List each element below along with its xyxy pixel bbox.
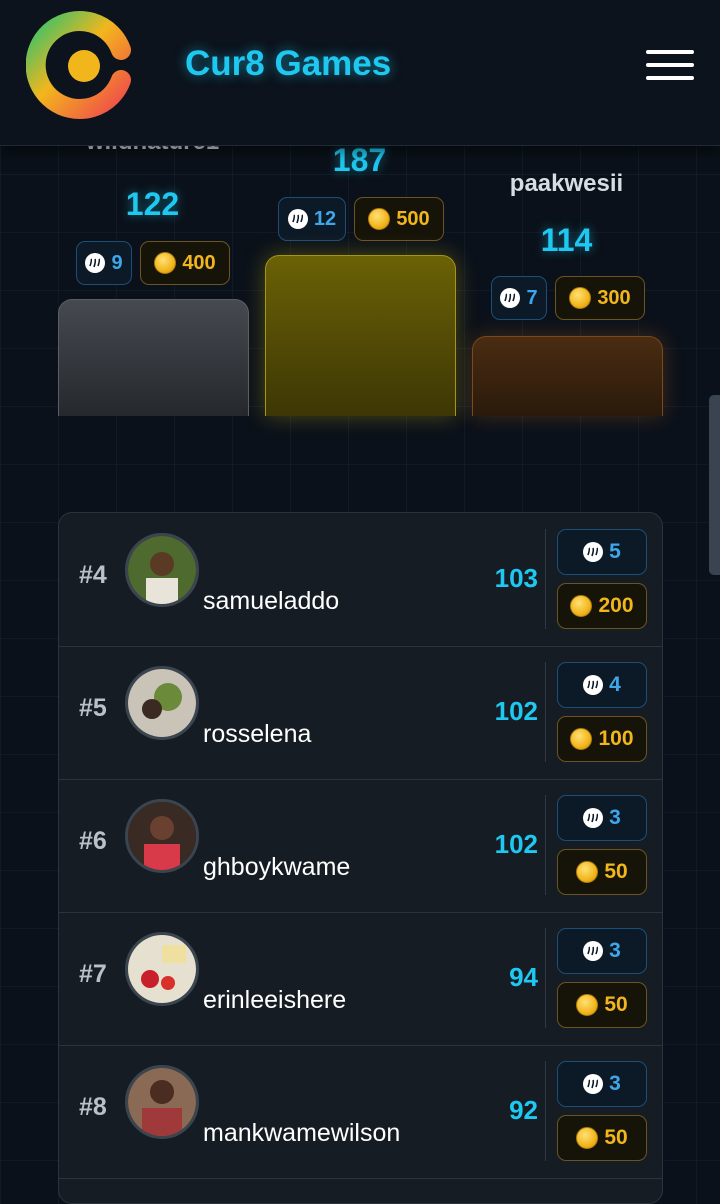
podium-1-pillar bbox=[265, 255, 456, 416]
avatar[interactable] bbox=[125, 533, 199, 607]
coin-icon bbox=[569, 287, 592, 309]
coin-value: 300 bbox=[597, 286, 631, 309]
avatar[interactable] bbox=[125, 1065, 199, 1139]
steem-value: 3 bbox=[609, 1072, 621, 1095]
page-scrollbar[interactable] bbox=[709, 395, 720, 575]
podium-3-name: paakwesii bbox=[509, 170, 624, 197]
coin-value: 50 bbox=[604, 860, 628, 883]
steem-value: 4 bbox=[609, 673, 621, 696]
steem-icon bbox=[583, 542, 604, 562]
row-divider bbox=[545, 662, 546, 762]
leaderboard-row[interactable]: #6 ghboykwame 102 3 50 bbox=[59, 779, 662, 913]
rank-label: #7 bbox=[79, 960, 107, 988]
steem-value: 5 bbox=[609, 540, 621, 563]
steem-icon bbox=[583, 941, 604, 961]
score-value: 92 bbox=[509, 1095, 538, 1125]
row-divider bbox=[545, 928, 546, 1028]
leaderboard-row[interactable]: #4 samueladdo 103 5 200 bbox=[59, 513, 662, 647]
row-divider bbox=[545, 1061, 546, 1161]
podium-3-coin-badge: 300 bbox=[555, 276, 645, 320]
username[interactable]: samueladdo bbox=[203, 587, 339, 616]
podium-3-pillar bbox=[472, 336, 663, 416]
steem-icon bbox=[287, 209, 308, 229]
podium-2-steem-badge: 9 bbox=[76, 241, 132, 285]
coin-badge: 50 bbox=[557, 982, 647, 1028]
score-value: 102 bbox=[494, 696, 538, 726]
row-divider bbox=[545, 795, 546, 895]
coin-icon bbox=[570, 595, 593, 617]
coin-badge: 50 bbox=[557, 1115, 647, 1161]
coin-icon bbox=[576, 994, 599, 1016]
steem-icon bbox=[583, 1074, 604, 1094]
coin-value: 100 bbox=[598, 727, 634, 750]
rank-label: #4 bbox=[79, 561, 107, 589]
cur8-logo[interactable] bbox=[25, 10, 136, 120]
coin-badge: 50 bbox=[557, 849, 647, 895]
coin-icon bbox=[576, 1127, 599, 1149]
steem-value: 7 bbox=[526, 286, 538, 309]
coin-value: 200 bbox=[598, 594, 634, 617]
leaderboard-row[interactable]: #8 mankwamewilson 92 3 50 bbox=[59, 1045, 662, 1179]
avatar[interactable] bbox=[125, 932, 199, 1006]
podium-1-coin-badge: 500 bbox=[354, 197, 444, 241]
row-divider bbox=[545, 529, 546, 629]
score-value: 103 bbox=[494, 563, 538, 593]
coin-icon bbox=[570, 728, 593, 750]
app-header: Cur8 Games bbox=[0, 0, 720, 146]
score-value: 94 bbox=[509, 962, 538, 992]
coin-value: 50 bbox=[604, 1126, 628, 1149]
hamburger-menu-icon[interactable] bbox=[646, 50, 696, 82]
steem-badge: 3 bbox=[557, 795, 647, 841]
steem-value: 3 bbox=[609, 939, 621, 962]
coin-icon bbox=[576, 861, 599, 883]
steem-value: 9 bbox=[111, 251, 123, 274]
coin-value: 50 bbox=[604, 993, 628, 1016]
leaderboard-list: #4 samueladdo 103 5 200 #5 rosselena 102… bbox=[58, 512, 663, 1204]
coin-icon bbox=[368, 208, 391, 230]
username[interactable]: erinleeishere bbox=[203, 986, 346, 1015]
podium-3-score: 114 bbox=[540, 222, 593, 258]
steem-badge: 4 bbox=[557, 662, 647, 708]
steem-icon bbox=[583, 675, 604, 695]
podium-1-steem-badge: 12 bbox=[278, 197, 346, 241]
steem-icon bbox=[500, 288, 521, 308]
coin-badge: 100 bbox=[557, 716, 647, 762]
avatar[interactable] bbox=[125, 799, 199, 873]
steem-badge: 3 bbox=[557, 1061, 647, 1107]
avatar[interactable] bbox=[125, 666, 199, 740]
rank-label: #6 bbox=[79, 827, 107, 855]
podium-3-steem-badge: 7 bbox=[491, 276, 547, 320]
leaderboard-row[interactable]: #5 rosselena 102 4 100 bbox=[59, 646, 662, 780]
steem-icon bbox=[583, 808, 604, 828]
steem-value: 12 bbox=[313, 207, 337, 230]
rank-label: #8 bbox=[79, 1093, 107, 1121]
podium-1-score: 187 bbox=[332, 142, 387, 178]
app-title: Cur8 Games bbox=[185, 44, 392, 83]
coin-icon bbox=[154, 252, 177, 274]
podium-2-score: 122 bbox=[125, 186, 180, 222]
coin-value: 400 bbox=[182, 251, 216, 274]
steem-icon bbox=[85, 253, 106, 273]
coin-badge: 200 bbox=[557, 583, 647, 629]
podium-2-pillar bbox=[58, 299, 249, 416]
steem-badge: 3 bbox=[557, 928, 647, 974]
leaderboard-row[interactable]: #7 erinleeishere 94 3 50 bbox=[59, 912, 662, 1046]
steem-badge: 5 bbox=[557, 529, 647, 575]
username[interactable]: mankwamewilson bbox=[203, 1119, 400, 1148]
steem-value: 3 bbox=[609, 806, 621, 829]
rank-label: #5 bbox=[79, 694, 107, 722]
coin-value: 500 bbox=[396, 207, 430, 230]
username[interactable]: rosselena bbox=[203, 720, 311, 749]
username[interactable]: ghboykwame bbox=[203, 853, 350, 882]
podium-2-coin-badge: 400 bbox=[140, 241, 230, 285]
score-value: 102 bbox=[494, 829, 538, 859]
